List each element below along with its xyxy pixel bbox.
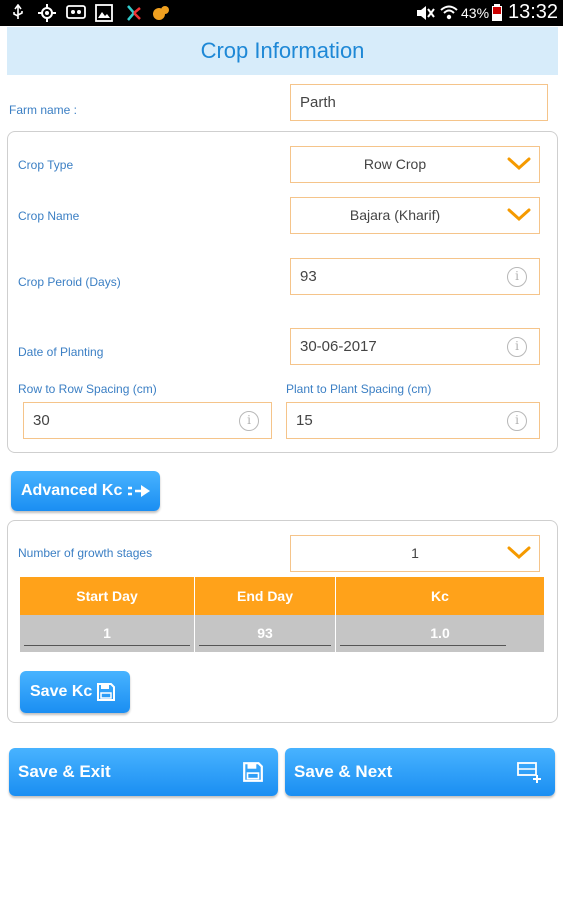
table-cell-end-day[interactable]: 93 xyxy=(195,615,335,652)
farm-name-value: Parth xyxy=(300,94,336,111)
table-header-start-day: Start Day xyxy=(20,577,194,615)
app-icon xyxy=(126,4,142,27)
planting-date-field[interactable]: 30-06-2017 i xyxy=(290,328,540,365)
table-header-end-day: End Day xyxy=(195,577,335,615)
crop-name-value: Bajara (Kharif) xyxy=(349,207,441,223)
save-next-button[interactable]: Save & Next xyxy=(285,748,555,796)
kc-value: 1.0 xyxy=(430,625,450,641)
growth-stages-label: Number of growth stages xyxy=(18,546,153,560)
gps-icon xyxy=(38,4,56,27)
crop-name-dropdown[interactable]: Bajara (Kharif) xyxy=(290,197,540,234)
page-title: Crop Information xyxy=(7,27,558,75)
mute-icon xyxy=(415,4,435,27)
info-icon[interactable]: i xyxy=(507,267,527,287)
save-kc-label: Save Kc xyxy=(30,683,93,700)
arrow-right-icon xyxy=(128,485,150,497)
row-spacing-label: Row to Row Spacing (cm) xyxy=(18,382,157,396)
plant-spacing-value: 15 xyxy=(296,412,313,429)
crop-period-label: Crop Peroid (Days) xyxy=(18,275,121,289)
crop-type-label: Crop Type xyxy=(18,158,74,172)
save-next-label: Save & Next xyxy=(294,762,393,781)
table-cell-start-day[interactable]: 1 xyxy=(20,615,194,652)
crop-type-dropdown[interactable]: Row Crop xyxy=(290,146,540,183)
save-icon xyxy=(97,683,115,701)
save-icon xyxy=(243,762,263,782)
chevron-down-icon xyxy=(507,546,531,560)
chevron-down-icon xyxy=(507,157,531,171)
planting-date-label: Date of Planting xyxy=(18,345,104,359)
end-day-value: 93 xyxy=(257,625,273,641)
growth-stages-value: 1 xyxy=(411,545,419,561)
image-icon xyxy=(95,4,113,27)
battery-icon xyxy=(491,4,503,27)
crop-period-value: 93 xyxy=(300,268,317,285)
chevron-down-icon xyxy=(507,208,531,222)
add-row-icon xyxy=(517,762,541,783)
farm-name-label: Farm name : xyxy=(9,103,78,117)
usb-icon xyxy=(12,3,24,25)
save-kc-button[interactable]: Save Kc xyxy=(20,671,130,713)
crop-period-field[interactable]: 93 i xyxy=(290,258,540,295)
status-time: 13:32 xyxy=(508,1,559,23)
status-bar: 43% 13:32 xyxy=(0,0,563,26)
save-exit-button[interactable]: Save & Exit xyxy=(9,748,278,796)
plant-spacing-field[interactable]: 15 i xyxy=(286,402,540,439)
voicemail-icon xyxy=(66,4,86,25)
battery-percentage: 43% xyxy=(461,5,490,21)
row-spacing-field[interactable]: 30 i xyxy=(23,402,272,439)
squirrel-app-icon xyxy=(151,4,171,27)
farm-name-field[interactable]: Parth xyxy=(290,84,548,121)
advanced-kc-label: Advanced Kc xyxy=(21,482,123,499)
crop-name-label: Crop Name xyxy=(18,209,80,223)
table-cell-kc[interactable]: 1.0 xyxy=(336,615,544,652)
start-day-value: 1 xyxy=(103,625,111,641)
growth-stages-dropdown[interactable]: 1 xyxy=(290,535,540,572)
save-exit-label: Save & Exit xyxy=(18,762,111,781)
wifi-icon xyxy=(439,4,459,27)
row-spacing-value: 30 xyxy=(33,412,50,429)
plant-spacing-label: Plant to Plant Spacing (cm) xyxy=(286,382,432,396)
planting-date-value: 30-06-2017 xyxy=(300,338,377,355)
info-icon[interactable]: i xyxy=(239,411,259,431)
info-icon[interactable]: i xyxy=(507,337,527,357)
advanced-kc-button[interactable]: Advanced Kc xyxy=(11,471,160,511)
table-header-kc: Kc xyxy=(336,577,544,615)
crop-type-value: Row Crop xyxy=(363,156,427,172)
info-icon[interactable]: i xyxy=(507,411,527,431)
